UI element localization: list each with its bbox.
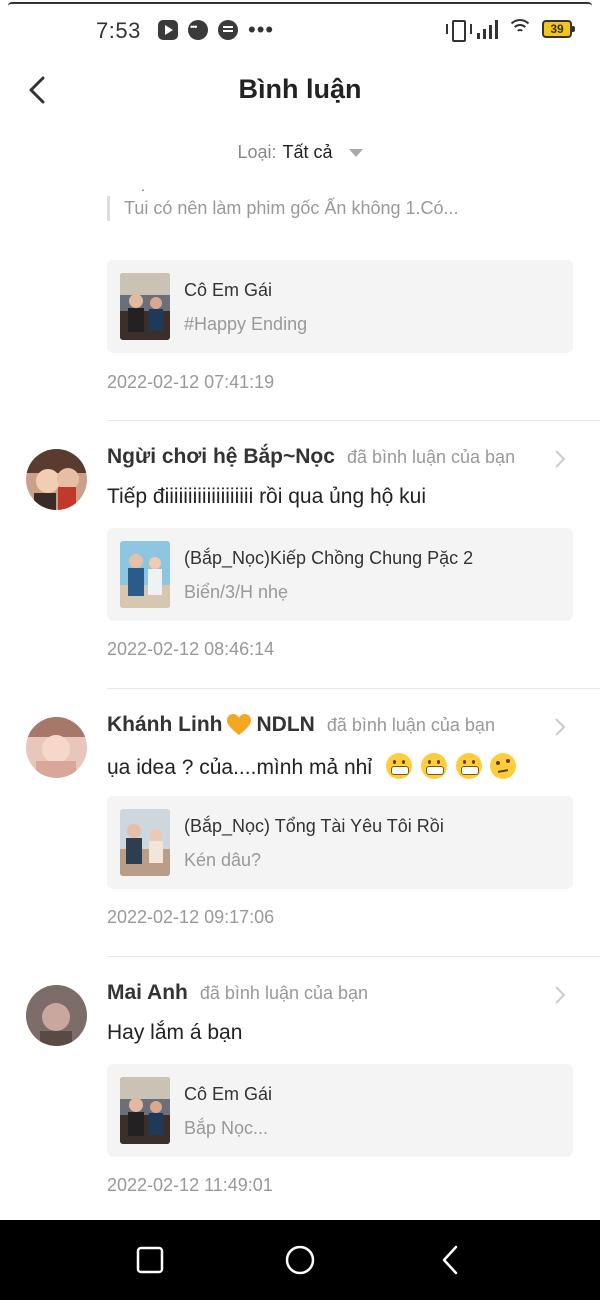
author-name-part[interactable]: Khánh Linh: [107, 713, 222, 737]
avatar[interactable]: [26, 449, 87, 510]
author-name[interactable]: Mai Anh: [107, 981, 188, 1005]
back-triangle-icon: [442, 1245, 458, 1275]
avatar[interactable]: [26, 717, 87, 778]
signal-icon: [477, 19, 498, 39]
author-line: Ngừi chơi hệ Bắp~Nọc đã bình luận của bạ…: [107, 445, 515, 469]
comment-timestamp: 2022-02-12 11:49:01: [107, 1175, 273, 1195]
status-time: 7:53: [96, 18, 141, 43]
video-title: Cô Em Gái: [184, 1084, 273, 1104]
video-thumbnail: [120, 273, 170, 340]
comment-text: Tiếp điiiiiiiiiiiiiiiiiii rồi qua ủng hộ…: [107, 485, 427, 508]
comment-text: Hay lắm á bạn: [107, 1021, 243, 1044]
action-text: đã bình luận của bạn: [199, 982, 369, 1003]
notification-icons: •••: [158, 17, 275, 42]
type-filter: Loại: Tất cả: [0, 142, 600, 163]
video-subtitle: Bắp Nọc...: [184, 1118, 269, 1138]
filter-label: Loại:: [237, 142, 277, 162]
video-thumbnail: [120, 1077, 170, 1144]
video-card[interactable]: Cô Em Gái #Happy Ending: [107, 260, 573, 353]
author-line: Khánh Linh NDLN đã bình luận của bạn: [107, 713, 495, 737]
system-icons: 39: [446, 18, 575, 42]
video-subtitle: Biển/3/H nhẹ: [184, 582, 289, 602]
grimacing-emoji: [385, 753, 412, 779]
vibrate-icon: [446, 18, 472, 42]
video-subtitle: Kén dâu?: [184, 850, 262, 870]
wifi-icon: [507, 19, 533, 39]
status-bar: 7:53 ••• 39: [0, 0, 600, 62]
home-circle-icon: [285, 1245, 315, 1275]
chat-icon: [218, 20, 238, 40]
video-title: (Bắp_Nọc)Kiếp Chồng Chung Pặc 2: [184, 548, 474, 568]
video-thumbnail: [120, 541, 170, 608]
author-line: Mai Anh đã bình luận của bạn: [107, 981, 368, 1005]
comment-timestamp: 2022-02-12 09:17:06: [107, 907, 275, 927]
chevron-right-icon[interactable]: [554, 717, 566, 737]
comment-item[interactable]: Mai Anh đã bình luận của bạn Hay lắm á b…: [0, 957, 600, 1220]
quoted-comment: Tui có nên làm phim gốc Ấn không 1.Có...: [107, 196, 527, 221]
caret-down-icon: [348, 148, 363, 157]
messenger-icon: [188, 20, 208, 40]
action-text: đã bình luận của bạn: [346, 446, 516, 467]
video-card[interactable]: (Bắp_Nọc) Tổng Tài Yêu Tôi Rồi Kén dâu?: [107, 796, 573, 889]
comment-text-row: ụa idea ? của....mình mả nhỉ: [107, 753, 517, 780]
video-thumbnail: [120, 809, 170, 876]
grimacing-emoji: [420, 753, 447, 779]
comment-timestamp: 2022-02-12 08:46:14: [107, 639, 275, 659]
author-name-part[interactable]: NDLN: [256, 713, 314, 737]
recents-square-icon: [136, 1246, 164, 1274]
system-nav-bar: [0, 1220, 600, 1300]
action-text: đã bình luận của bạn: [326, 714, 495, 735]
battery-icon: 39: [542, 20, 575, 38]
comment-item[interactable]: Khánh Linh NDLN đã bình luận của bạn ụa …: [0, 689, 600, 957]
video-subtitle: #Happy Ending: [184, 314, 308, 334]
app-header: Bình luận: [0, 62, 600, 120]
more-notifications-icon: •••: [248, 17, 275, 42]
video-title: Cô Em Gái: [184, 280, 273, 300]
filter-value: Tất cả: [282, 142, 333, 162]
truncated-text-fragment: .: [141, 178, 145, 194]
nav-back-button[interactable]: [434, 1244, 466, 1276]
orange-heart-icon: [227, 714, 252, 735]
comment-item[interactable]: Ngừi chơi hệ Bắp~Nọc đã bình luận của bạ…: [0, 421, 600, 689]
video-card[interactable]: Cô Em Gái Bắp Nọc...: [107, 1064, 573, 1157]
comment-timestamp: 2022-02-12 07:41:19: [107, 372, 275, 392]
grimacing-emoji: [455, 753, 482, 779]
youtube-icon: [158, 20, 178, 40]
screen-edge: [8, 2, 592, 6]
type-filter-dropdown[interactable]: Loại: Tất cả: [237, 142, 363, 163]
comment-text: ụa idea ? của....mình mả nhỉ: [107, 756, 372, 779]
home-button[interactable]: [284, 1244, 316, 1276]
author-name[interactable]: Ngừi chơi hệ Bắp~Nọc: [107, 445, 335, 469]
raised-eyebrow-emoji: [490, 753, 517, 779]
avatar[interactable]: [26, 985, 87, 1046]
page-title: Bình luận: [238, 74, 362, 104]
chevron-right-icon[interactable]: [554, 985, 566, 1005]
video-title: (Bắp_Nọc) Tổng Tài Yêu Tôi Rồi: [184, 816, 444, 836]
recents-button[interactable]: [134, 1244, 166, 1276]
comment-feed[interactable]: . Tui có nên làm phim gốc Ấn không 1.Có.…: [0, 172, 600, 1220]
video-card[interactable]: (Bắp_Nọc)Kiếp Chồng Chung Pặc 2 Biển/3/H…: [107, 528, 573, 621]
chevron-right-icon[interactable]: [554, 449, 566, 469]
